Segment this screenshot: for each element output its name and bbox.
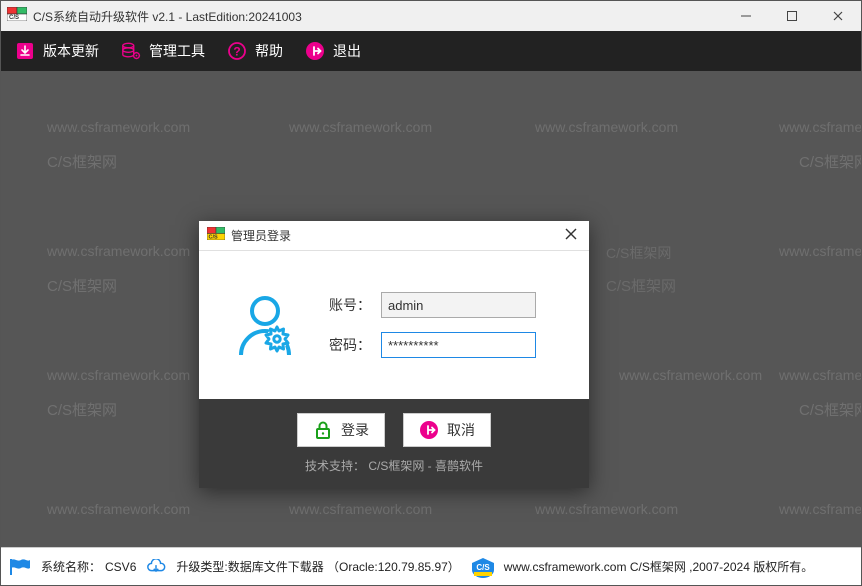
- watermark-brand: C/S框架网: [606, 243, 671, 263]
- login-button-label: 登录: [341, 420, 369, 440]
- watermark-brand: C/S框架网: [799, 151, 861, 172]
- download-icon: [15, 41, 35, 61]
- watermark-url: www.csframework.com: [535, 501, 678, 517]
- svg-text:C/S: C/S: [476, 563, 490, 572]
- toolbar-help[interactable]: ? 帮助: [227, 41, 283, 61]
- watermark-url: www.csframework.com: [47, 119, 190, 135]
- svg-text:?: ?: [233, 45, 240, 59]
- watermark-url: www.csframework.com: [535, 119, 678, 135]
- cs-brand-icon: C/S: [470, 557, 494, 577]
- account-label: 账号：: [325, 295, 371, 315]
- dialog-title: 管理员登录: [231, 227, 291, 244]
- account-input[interactable]: [381, 292, 536, 318]
- watermark-url: www.csframework.com: [779, 119, 861, 135]
- system-name-value: CSV6: [105, 560, 136, 574]
- dialog-close-button[interactable]: [561, 227, 581, 245]
- toolbar-update[interactable]: 版本更新: [15, 41, 99, 61]
- lock-icon: [313, 420, 333, 440]
- user-gear-icon: [229, 289, 301, 361]
- toolbar-tools[interactable]: 管理工具: [121, 41, 205, 61]
- watermark-url: www.csframework.com: [289, 501, 432, 517]
- watermark-url: www.csframework.com: [289, 119, 432, 135]
- minimize-button[interactable]: [723, 1, 769, 31]
- watermark-url: www.csframework.com: [619, 367, 762, 383]
- system-name-label: 系统名称：: [41, 558, 101, 575]
- flag-icon: [9, 558, 31, 576]
- watermark-brand: C/S框架网: [47, 151, 117, 172]
- help-icon: ?: [227, 41, 247, 61]
- toolbar-exit[interactable]: 退出: [305, 41, 361, 61]
- exit-icon: [305, 41, 325, 61]
- exit-icon: [419, 420, 439, 440]
- copyright: www.csframework.com C/S框架网 ,2007-2024 版权…: [504, 558, 813, 575]
- svg-text:C/S: C/S: [209, 234, 219, 240]
- watermark-brand: C/S框架网: [606, 275, 676, 296]
- password-label: 密码：: [325, 335, 371, 355]
- watermark-brand: C/S框架网: [47, 275, 117, 296]
- watermark-brand: C/S框架网: [799, 399, 861, 420]
- svg-text:C/S: C/S: [9, 15, 19, 21]
- dialog-icon: C/S: [207, 227, 225, 245]
- watermark-url: www.csframework.com: [779, 501, 861, 517]
- cancel-button[interactable]: 取消: [403, 413, 491, 447]
- maximize-button[interactable]: [769, 1, 815, 31]
- cancel-button-label: 取消: [447, 420, 475, 440]
- toolbar: 版本更新 管理工具 ? 帮助 退出: [1, 31, 861, 71]
- support-text: 技术支持： C/S框架网 - 喜鹊软件: [305, 457, 483, 474]
- toolbar-update-label: 版本更新: [43, 41, 99, 61]
- watermark-brand: C/S框架网: [47, 399, 117, 420]
- toolbar-tools-label: 管理工具: [149, 41, 205, 61]
- statusbar: 系统名称： CSV6 升级类型:数据库文件下载器 （Oracle:120.79.…: [1, 547, 861, 585]
- watermark-url: www.csframework.com: [779, 243, 861, 259]
- cloud-download-icon: [146, 560, 166, 574]
- titlebar: C/S C/S系统自动升级软件 v2.1 - LastEdition:20241…: [1, 1, 861, 31]
- upgrade-type: 升级类型:数据库文件下载器 （Oracle:120.79.85.97）: [176, 558, 459, 575]
- window-title: C/S系统自动升级软件 v2.1 - LastEdition:20241003: [33, 8, 302, 25]
- watermark-url: www.csframework.com: [47, 501, 190, 517]
- watermark-url: www.csframework.com: [47, 367, 190, 383]
- login-dialog: C/S 管理员登录: [199, 221, 589, 488]
- watermark-url: www.csframework.com: [779, 367, 861, 383]
- close-button[interactable]: [815, 1, 861, 31]
- workspace: www.csframework.com www.csframework.com …: [1, 71, 861, 547]
- password-input[interactable]: [381, 332, 536, 358]
- toolbar-help-label: 帮助: [255, 41, 283, 61]
- login-button[interactable]: 登录: [297, 413, 385, 447]
- toolbar-exit-label: 退出: [333, 41, 361, 61]
- dialog-titlebar: C/S 管理员登录: [199, 221, 589, 251]
- app-icon: C/S: [7, 7, 27, 26]
- watermark-url: www.csframework.com: [47, 243, 190, 259]
- database-gear-icon: [121, 41, 141, 61]
